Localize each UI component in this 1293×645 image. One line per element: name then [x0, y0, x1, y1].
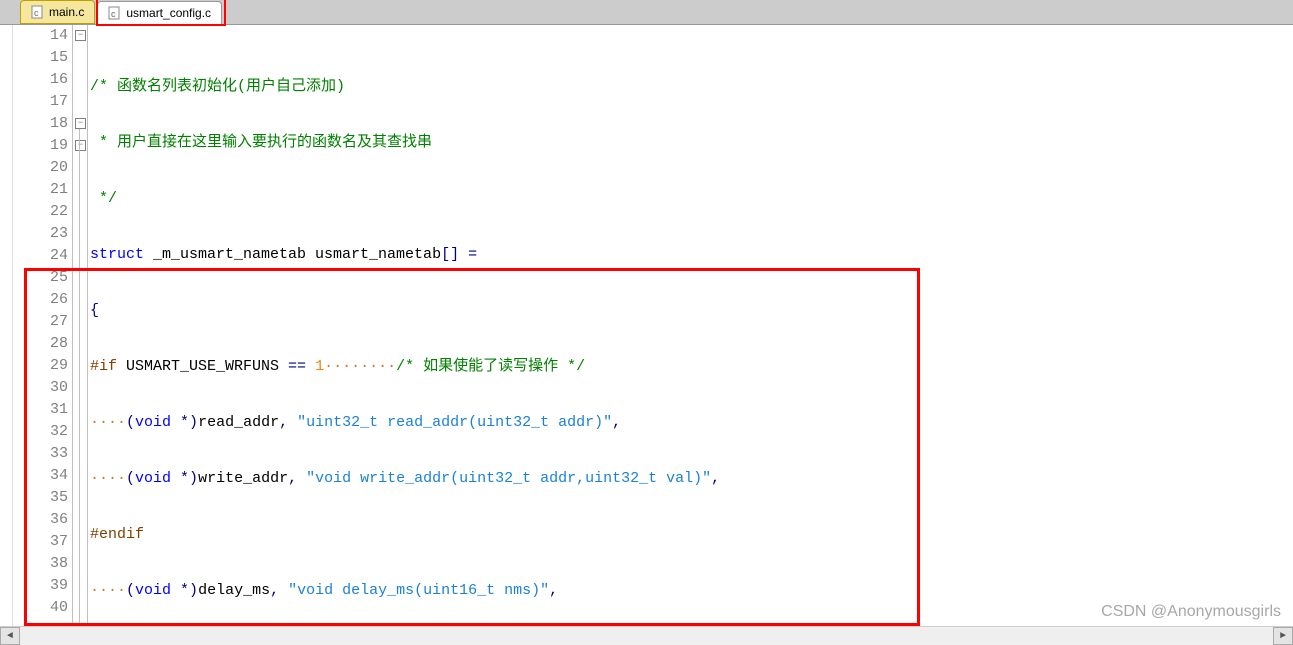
line-number: 34	[13, 465, 68, 487]
tab-label: main.c	[49, 5, 84, 19]
tab-main-c[interactable]: c main.c	[20, 0, 95, 24]
fold-toggle-icon[interactable]: −	[75, 30, 86, 41]
line-number: 15	[13, 47, 68, 69]
fold-toggle-icon[interactable]: −	[75, 140, 86, 151]
file-c-icon: c	[108, 6, 122, 20]
marker-margin	[0, 25, 13, 626]
line-number: 29	[13, 355, 68, 377]
scroll-left-arrow-icon[interactable]: ◄	[0, 627, 20, 645]
editor-area: 1415161718192021222324252627282930313233…	[0, 25, 1293, 626]
line-number: 16	[13, 69, 68, 91]
scroll-right-arrow-icon[interactable]: ►	[1273, 627, 1293, 645]
svg-text:c: c	[111, 9, 116, 19]
annotation-box-code	[24, 268, 920, 626]
line-number: 20	[13, 157, 68, 179]
code-line: * 用户直接在这里输入要执行的函数名及其查找串	[88, 132, 1293, 154]
line-number: 21	[13, 179, 68, 201]
line-number: 36	[13, 509, 68, 531]
tab-bar: c main.c c usmart_config.c	[0, 0, 1293, 25]
line-number: 37	[13, 531, 68, 553]
line-number: 25	[13, 267, 68, 289]
svg-text:c: c	[34, 8, 39, 18]
line-number: 22	[13, 201, 68, 223]
code-line: ····(void *)write_addr, "void write_addr…	[88, 468, 1293, 490]
line-number: 23	[13, 223, 68, 245]
code-line: #endif	[88, 524, 1293, 546]
line-number: 32	[13, 421, 68, 443]
line-number: 31	[13, 399, 68, 421]
scroll-track[interactable]	[20, 628, 1273, 644]
code-line: ····(void *)delay_ms, "void delay_ms(uin…	[88, 580, 1293, 602]
line-number: 39	[13, 575, 68, 597]
code-line: #if USMART_USE_WRFUNS == 1········/* 如果使…	[88, 356, 1293, 378]
code-line: ····(void *)read_addr, "uint32_t read_ad…	[88, 412, 1293, 434]
line-number: 38	[13, 553, 68, 575]
code-line: */	[88, 188, 1293, 210]
line-number: 27	[13, 311, 68, 333]
line-number: 18	[13, 113, 68, 135]
line-number: 19	[13, 135, 68, 157]
line-number: 26	[13, 289, 68, 311]
code-line: struct _m_usmart_nametab usmart_nametab[…	[88, 244, 1293, 266]
tab-usmart-config-c[interactable]: c usmart_config.c	[97, 1, 222, 25]
code-content[interactable]: /* 函数名列表初始化(用户自己添加) * 用户直接在这里输入要执行的函数名及其…	[88, 25, 1293, 626]
file-c-icon: c	[31, 5, 45, 19]
tab-label: usmart_config.c	[126, 6, 211, 20]
code-line: /* 函数名列表初始化(用户自己添加)	[88, 76, 1293, 98]
fold-toggle-icon[interactable]: −	[75, 118, 86, 129]
code-line: {	[88, 300, 1293, 322]
line-number: 17	[13, 91, 68, 113]
horizontal-scrollbar[interactable]: ◄ ►	[0, 626, 1293, 645]
fold-column[interactable]: − − −	[72, 25, 88, 626]
line-number: 30	[13, 377, 68, 399]
line-number: 35	[13, 487, 68, 509]
line-number-gutter: 1415161718192021222324252627282930313233…	[13, 25, 72, 626]
line-number: 33	[13, 443, 68, 465]
line-number: 24	[13, 245, 68, 267]
line-number: 40	[13, 597, 68, 619]
line-number: 14	[13, 25, 68, 47]
line-number: 28	[13, 333, 68, 355]
